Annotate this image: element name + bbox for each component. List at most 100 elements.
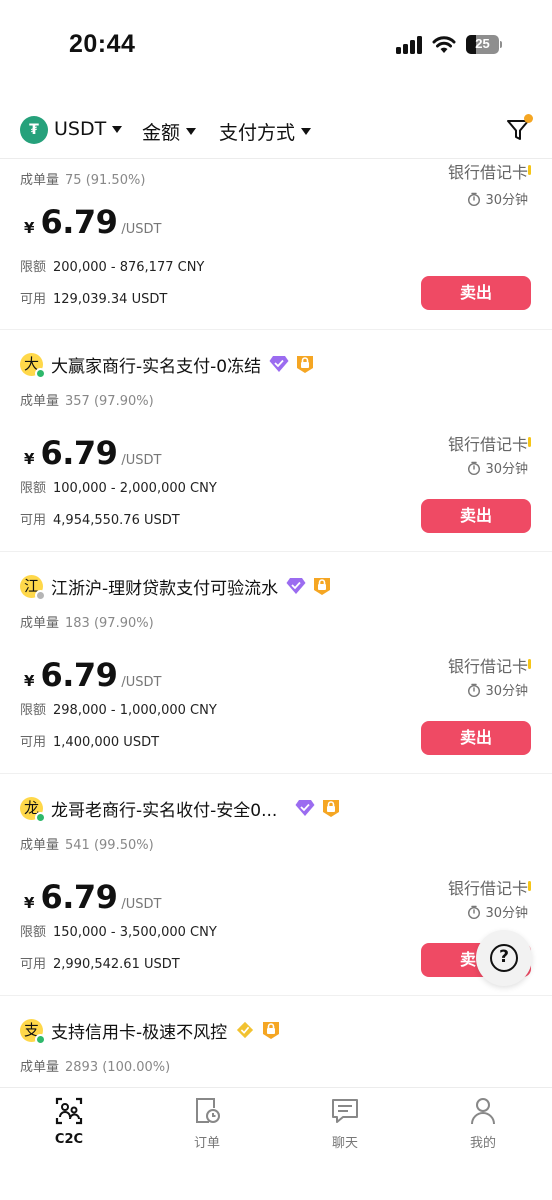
available-value: 1,400,000 USDT <box>53 735 160 750</box>
price-unit: /USDT <box>121 675 162 690</box>
price-value: 6.79 <box>40 203 118 241</box>
time-limit: 30分钟 <box>467 680 528 699</box>
payment-dropdown[interactable]: 支付方式 <box>219 118 312 145</box>
timer-icon <box>468 192 481 206</box>
deposit-lock-badge-icon <box>323 800 340 817</box>
payment-method: 银行借记卡 <box>447 879 528 898</box>
deals-count: 成单量 541 (99.50%) <box>20 834 154 853</box>
diamond-badge-icon <box>269 356 289 372</box>
price-value: 6.79 <box>40 434 118 472</box>
merchant-header[interactable]: 大 大赢家商行-实名支付-0冻结 <box>20 350 315 379</box>
battery-level: 25 <box>475 36 490 51</box>
deals-count: 成单量 183 (97.90%) <box>20 612 154 631</box>
offer-card: 龙 龙哥老商行-实名收付-安全0... 成单量 541 (99.50%) ¥ 6.… <box>0 773 552 995</box>
currency-sign: ¥ <box>24 672 35 690</box>
merchant-name: 龙哥老商行-实名收付-安全0... <box>51 800 278 821</box>
avatar: 龙 <box>20 796 46 823</box>
tab-label: 聊天 <box>331 1136 358 1151</box>
payment-method-color-bar <box>528 437 531 447</box>
sell-button[interactable]: 卖出 <box>421 721 531 755</box>
diamond-badge-icon <box>295 800 315 816</box>
deals-label: 成单量 <box>20 394 60 409</box>
limit-label: 限额 <box>20 925 47 940</box>
price: ¥ 6.79 /USDT <box>24 878 162 916</box>
available-row: 可用 1,400,000 USDT <box>20 731 159 750</box>
payment-method-color-bar <box>528 881 531 891</box>
deals-count: 成单量 2893 (100.00%) <box>20 1056 170 1075</box>
battery-icon: 25 <box>466 35 502 54</box>
sell-button[interactable]: 卖出 <box>421 276 531 310</box>
available-row: 可用 129,039.34 USDT <box>20 288 167 307</box>
payment-method: 银行借记卡 <box>447 435 528 454</box>
price-unit: /USDT <box>121 453 162 468</box>
c2c-icon <box>55 1097 83 1125</box>
online-status-dot <box>35 1033 46 1045</box>
available-row: 可用 4,954,550.76 USDT <box>20 509 180 528</box>
deals-value: 357 (97.90%) <box>65 394 154 409</box>
tab-profile[interactable]: 我的 <box>443 1096 523 1151</box>
deals-count: 成单量 357 (97.90%) <box>20 390 154 409</box>
currency-sign: ¥ <box>24 894 35 912</box>
limit-row: 限额 100,000 - 2,000,000 CNY <box>20 477 217 496</box>
offer-card: 支 支持信用卡-极速不风控 成单量 2893 (100.00%) <box>0 995 552 1087</box>
tab-label: C2C <box>54 1132 84 1147</box>
timer-icon <box>468 905 481 919</box>
filter-notification-dot <box>524 114 533 123</box>
offer-card: 江 江浙沪-理财贷款支付可验流水 成单量 183 (97.90%) ¥ 6.79 … <box>0 551 552 773</box>
deals-label: 成单量 <box>20 1060 60 1075</box>
payment-method-color-bar <box>528 165 531 175</box>
avatar: 江 <box>20 574 46 601</box>
chevron-down-icon <box>112 125 123 133</box>
merchant-header[interactable]: 龙 龙哥老商行-实名收付-安全0... <box>20 794 341 823</box>
time-limit-value: 30分钟 <box>485 684 528 699</box>
deals-value: 2893 (100.00%) <box>65 1060 171 1075</box>
merchant-header[interactable]: 江 江浙沪-理财贷款支付可验流水 <box>20 572 332 601</box>
limit-label: 限额 <box>20 481 47 496</box>
available-value: 2,990,542.61 USDT <box>53 957 180 972</box>
limit-label: 限额 <box>20 260 47 275</box>
coin-dropdown-label: USDT <box>54 118 107 140</box>
diamond-badge-icon <box>286 578 306 594</box>
chevron-down-icon <box>301 128 312 135</box>
payment-method-color-bar <box>528 659 531 669</box>
offline-status-dot <box>35 589 46 601</box>
available-value: 4,954,550.76 USDT <box>53 513 180 528</box>
limit-value: 298,000 - 1,000,000 CNY <box>53 703 217 718</box>
price-value: 6.79 <box>40 656 118 694</box>
limit-label: 限额 <box>20 703 47 718</box>
timer-icon <box>468 461 481 475</box>
chevron-down-icon <box>186 128 197 135</box>
gold-verified-badge-icon <box>237 1021 254 1039</box>
deals-label: 成单量 <box>20 838 60 853</box>
tab-chat[interactable]: 聊天 <box>305 1096 385 1151</box>
offer-card: ¥ 6.79 /USDT 限额 200,000 - 876,177 CNY 可用 1… <box>0 159 552 321</box>
merchant-name: 大赢家商行-实名支付-0冻结 <box>51 356 262 377</box>
tab-label: 我的 <box>469 1136 496 1151</box>
sell-button[interactable]: 卖出 <box>421 499 531 533</box>
limit-row: 限额 298,000 - 1,000,000 CNY <box>20 699 217 718</box>
help-button[interactable]: ? <box>476 930 532 986</box>
orders-icon <box>196 1098 220 1123</box>
merchant-header[interactable]: 支 支持信用卡-极速不风控 <box>20 1016 281 1045</box>
time-limit-value: 30分钟 <box>485 906 528 921</box>
avatar: 支 <box>20 1018 46 1045</box>
available-value: 129,039.34 USDT <box>53 292 168 307</box>
payment-method: 银行借记卡 <box>447 163 528 182</box>
status-bar: 20:44 25 <box>0 0 552 90</box>
available-label: 可用 <box>20 513 47 528</box>
tab-label: 订单 <box>193 1136 220 1151</box>
tab-orders[interactable]: 订单 <box>167 1096 247 1151</box>
limit-row: 限额 150,000 - 3,500,000 CNY <box>20 921 217 940</box>
offer-list[interactable]: 成单量 75 (91.50%) ¥ 6.79 /USDT 限额 200,000 - … <box>0 159 552 1087</box>
question-icon: ? <box>490 944 518 972</box>
amount-dropdown[interactable]: 金额 <box>142 118 197 145</box>
merchant-name: 支持信用卡-极速不风控 <box>51 1022 228 1043</box>
payment-method: 银行借记卡 <box>447 657 528 676</box>
usdt-coin-icon: ₮ <box>20 116 48 144</box>
deals-value: 541 (99.50%) <box>65 838 154 853</box>
tab-c2c[interactable]: C2C <box>29 1096 109 1147</box>
price-value: 6.79 <box>40 878 118 916</box>
coin-dropdown[interactable]: USDT <box>54 118 123 140</box>
available-label: 可用 <box>20 292 47 307</box>
deposit-lock-badge-icon <box>314 578 331 595</box>
